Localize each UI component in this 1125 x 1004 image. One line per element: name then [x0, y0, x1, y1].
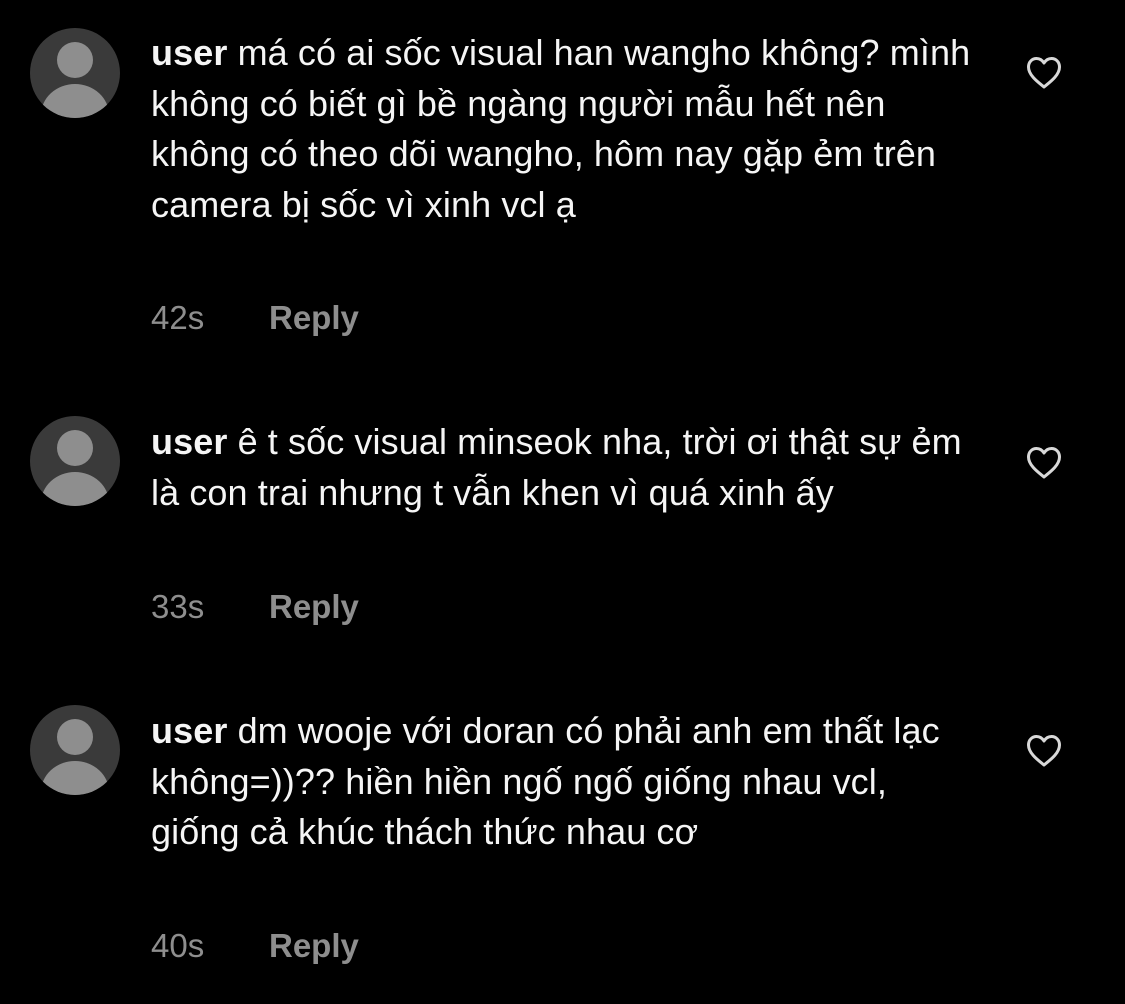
- reply-button[interactable]: Reply: [269, 588, 359, 625]
- avatar-body-shape: [41, 472, 109, 506]
- default-avatar-icon[interactable]: [30, 416, 120, 506]
- comment-body: ê t sốc visual minseok nha, trời ơi thật…: [151, 421, 962, 513]
- avatar-head-shape: [57, 430, 93, 466]
- comment-body: dm wooje với doran có phải anh em thất l…: [151, 710, 940, 852]
- default-avatar-icon[interactable]: [30, 705, 120, 795]
- avatar-head-shape: [57, 719, 93, 755]
- avatar-body-shape: [41, 761, 109, 795]
- reply-button[interactable]: Reply: [269, 927, 359, 964]
- comment-timestamp: 42s: [151, 299, 205, 336]
- avatar-body-shape: [41, 84, 109, 118]
- comment-meta: 33s Reply: [151, 588, 359, 626]
- reply-button[interactable]: Reply: [269, 299, 359, 336]
- comment-username[interactable]: user: [151, 32, 227, 73]
- comment-username[interactable]: user: [151, 710, 227, 751]
- avatar-head-shape: [57, 42, 93, 78]
- comment-meta: 42s Reply: [151, 299, 359, 337]
- default-avatar-icon[interactable]: [30, 28, 120, 118]
- comment-timestamp: 40s: [151, 927, 205, 964]
- comment-text: user ê t sốc visual minseok nha, trời ơi…: [151, 417, 971, 518]
- comment-body: má có ai sốc visual han wangho không? mì…: [151, 32, 971, 225]
- heart-outline-icon[interactable]: [1026, 446, 1062, 479]
- comment-timestamp: 33s: [151, 588, 205, 625]
- comment-username[interactable]: user: [151, 421, 227, 462]
- comment-text: user má có ai sốc visual han wangho khôn…: [151, 28, 971, 230]
- comment-meta: 40s Reply: [151, 927, 359, 965]
- heart-outline-icon[interactable]: [1026, 734, 1062, 767]
- heart-outline-icon[interactable]: [1026, 56, 1062, 89]
- comment-text: user dm wooje với doran có phải anh em t…: [151, 706, 971, 858]
